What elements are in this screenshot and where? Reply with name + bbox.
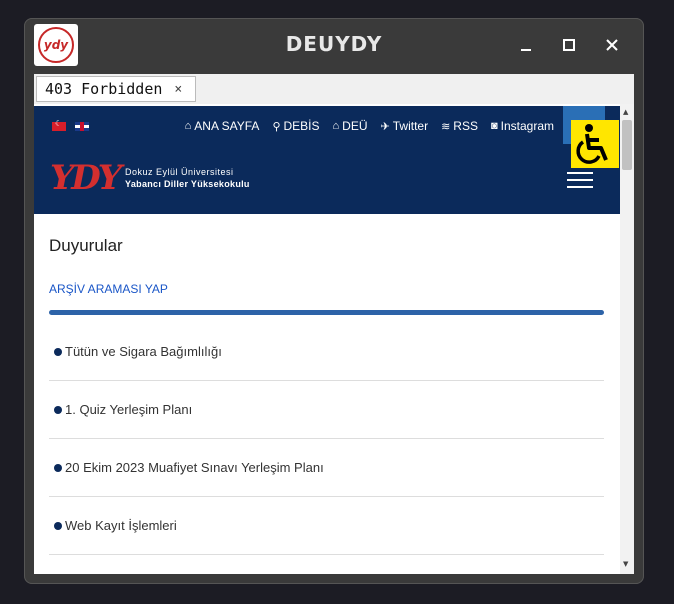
web-viewport: ⌂ANA SAYFA ⚲DEBİS ⌂DEÜ ✈Twitter ≋RSS ◙In… (34, 104, 634, 574)
nav-link-deu[interactable]: ⌂ DEÜ (333, 119, 368, 133)
browser-tab[interactable]: 403 Forbidden × (36, 76, 196, 102)
app-window: ydy DEUYDY 403 Forbidden × ⌂ANA SAYFA ⚲D… (24, 18, 644, 584)
minimize-button[interactable] (512, 32, 540, 58)
archive-search-link[interactable]: ARŞİV ARAMASI YAP (49, 282, 604, 296)
turkish-flag-icon[interactable] (52, 119, 66, 131)
nav-link-label: ANA SAYFA (194, 119, 260, 133)
key-icon: ⚲ (272, 120, 281, 133)
home-icon: ⌂ (332, 120, 340, 132)
nav-link-debis[interactable]: ⚲ DEBİS (272, 119, 319, 133)
bullet-icon (54, 521, 62, 530)
scroll-down-icon[interactable]: ▼ (623, 560, 628, 568)
nav-link-twitter[interactable]: ✈ Twitter (381, 119, 429, 133)
list-item[interactable]: 1. Quiz Yerleşim Planı (49, 381, 604, 439)
list-item[interactable]: Tütün ve Sigara Bağımlılığı (49, 323, 604, 381)
list-item[interactable]: Web Kayıt İşlemleri (49, 497, 604, 555)
list-item-label: 20 Ekim 2023 Muafiyet Sınavı Yerleşim Pl… (65, 460, 324, 475)
close-icon (606, 39, 618, 51)
wheelchair-icon (576, 124, 608, 164)
home-icon: ⌂ (184, 120, 192, 132)
announcement-list: Tütün ve Sigara Bağımlılığı 1. Quiz Yerl… (49, 323, 604, 555)
bullet-icon (54, 405, 62, 414)
tab-label: 403 Forbidden (45, 80, 163, 98)
nav-link-label: RSS (453, 119, 478, 133)
twitter-icon: ✈ (380, 120, 390, 133)
window-title: DEUYDY (285, 32, 383, 56)
maximize-button[interactable] (555, 32, 583, 58)
site-logo-line2: Yabancı Diller Yüksekokulu (125, 179, 250, 189)
app-logo: ydy (34, 24, 78, 66)
rss-icon: ≋ (441, 120, 451, 133)
scroll-up-icon[interactable]: ▲ (623, 108, 628, 116)
english-flag-icon[interactable] (75, 122, 89, 131)
nav-link-label: Twitter (392, 119, 429, 133)
site-logo-mark: YDY (50, 158, 122, 198)
app-logo-text: ydy (43, 38, 69, 52)
tab-close-icon[interactable]: × (174, 82, 182, 97)
list-item-label: Web Kayıt İşlemleri (65, 518, 177, 533)
menu-hamburger-icon[interactable] (567, 172, 593, 188)
close-button[interactable] (598, 32, 626, 58)
nav-link-rss[interactable]: ≋ RSS (441, 119, 478, 133)
nav-link-label: DEÜ (342, 119, 368, 133)
instagram-icon: ◙ (490, 120, 498, 132)
nav-link-label: Instagram (500, 119, 554, 133)
top-nav-links: ⌂ ANA SAYFA ⚲ DEBİS ⌂ DEÜ ✈ Twitter ≋ RSS ◙ In… (185, 119, 554, 133)
list-item[interactable]: 20 Ekim 2023 Muafiyet Sınavı Yerleşim Pl… (49, 439, 604, 497)
divider-bar (49, 310, 604, 315)
maximize-icon (563, 39, 575, 51)
list-item-label: Tütün ve Sigara Bağımlılığı (65, 344, 222, 359)
bullet-icon (54, 347, 62, 356)
page-title: Duyurular (49, 236, 123, 255)
tab-strip: 403 Forbidden × (34, 74, 634, 104)
titlebar[interactable]: ydy DEUYDY (24, 18, 644, 72)
vertical-scrollbar[interactable]: ▲ ▼ (620, 104, 634, 574)
ydy-logo-icon: ydy (38, 27, 74, 63)
site-logo-text: Dokuz Eylül Üniversitesi Yabancı Diller … (125, 166, 250, 190)
main-content: Duyurular ARŞİV ARAMASI YAP Tütün ve Sig… (49, 214, 604, 555)
nav-link-home[interactable]: ⌂ ANA SAYFA (185, 119, 260, 133)
nav-link-instagram[interactable]: ◙ Instagram (491, 119, 554, 133)
minimize-icon (521, 49, 531, 51)
site-logo[interactable]: YDY Dokuz Eylül Üniversitesi Yabancı Dil… (50, 160, 250, 196)
list-item-label: 1. Quiz Yerleşim Planı (65, 402, 193, 417)
top-navbar: ⌂ANA SAYFA ⚲DEBİS ⌂DEÜ ✈Twitter ≋RSS ◙In… (34, 106, 620, 144)
site-logo-line1: Dokuz Eylül Üniversitesi (125, 167, 234, 177)
bullet-icon (54, 463, 62, 472)
nav-link-label: DEBİS (283, 119, 320, 133)
accessibility-button[interactable] (571, 120, 619, 168)
scroll-thumb[interactable] (622, 120, 632, 170)
site-header: YDY Dokuz Eylül Üniversitesi Yabancı Dil… (34, 144, 620, 214)
